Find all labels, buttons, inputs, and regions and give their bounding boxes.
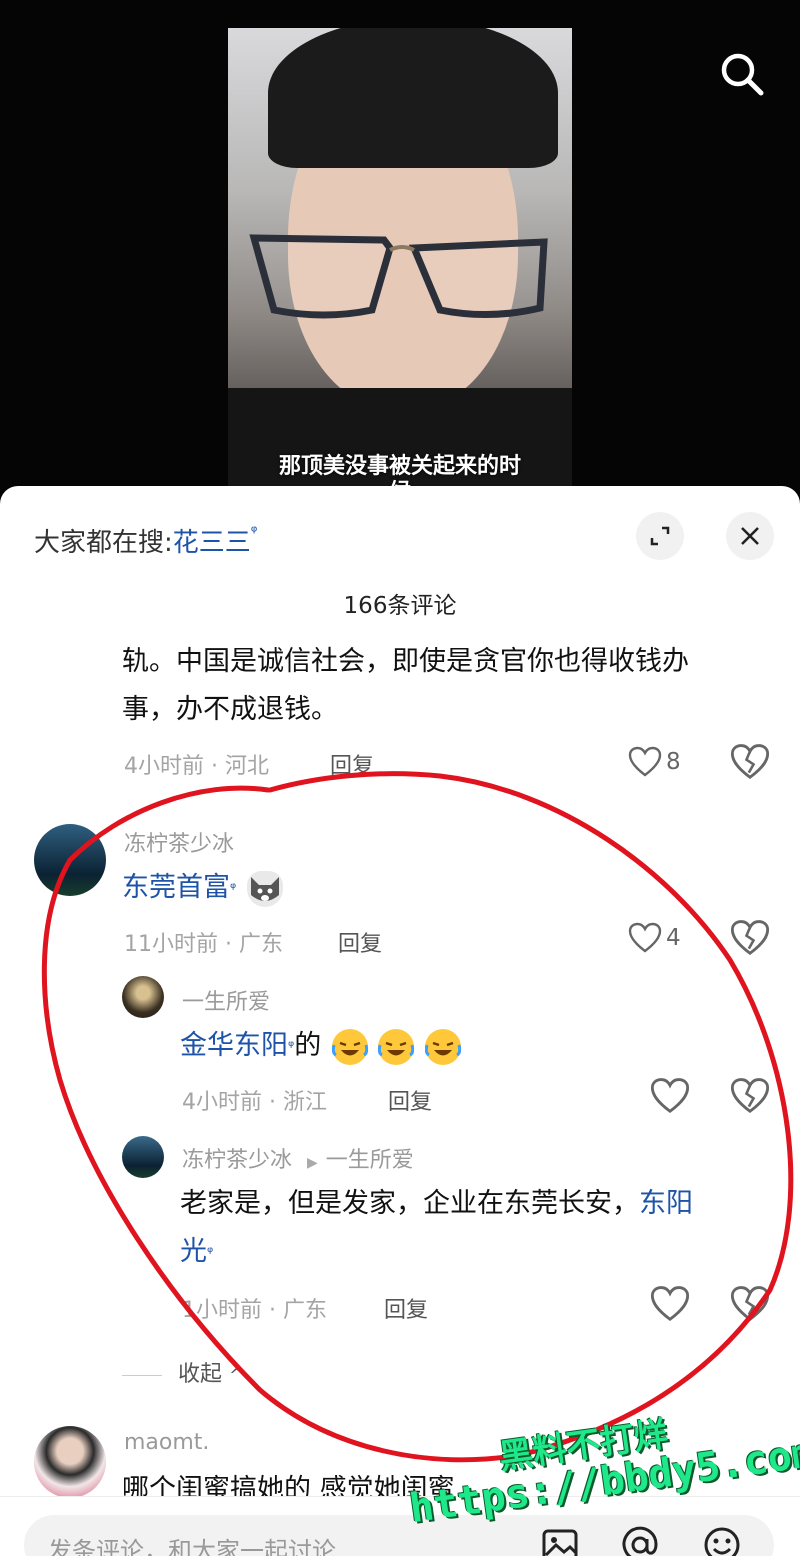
search-icon[interactable] [718,50,766,98]
heart-icon[interactable] [650,1284,690,1324]
comment-link[interactable]: 东阳 [639,1188,693,1219]
video-frame[interactable]: 那顶美没事被关起来的时 候 [228,28,572,500]
comment-text-line: 轨。中国是诚信社会，即使是贪官你也得收钱办 [122,646,689,677]
heart-icon [628,922,662,953]
image-icon[interactable] [540,1525,580,1556]
reply-button[interactable]: 回复 [384,1292,428,1324]
like-count: 8 [666,749,681,775]
glasses-graphic [249,234,548,319]
comment-username[interactable]: 冻柠茶少冰 [124,826,234,858]
search-small-icon: ᵠ [230,879,237,897]
comment-meta: 11小时前 · 广东 [124,932,283,957]
broken-heart-icon[interactable] [730,1076,770,1116]
dog-emoji-icon [246,870,283,907]
comment-meta: 4小时前 · 河北 [124,754,269,779]
reply-arrow-icon: ▶ [307,1155,318,1171]
reply-button[interactable]: 回复 [338,926,382,958]
reply-text-line: 老家是，但是发家，企业在东莞长安， [180,1188,639,1219]
comment-count: 166条评论 [343,593,457,619]
comment-link[interactable]: 光 [180,1236,207,1267]
expand-icon [650,526,670,546]
reply-username[interactable]: 一生所爱 [182,984,270,1016]
reply-text: 金华东阳ᵠ的 [180,1022,462,1070]
reply-username[interactable]: 冻柠茶少冰 [182,1148,292,1173]
search-small-icon: ᵠ [207,1243,214,1261]
comment-link[interactable]: 金华东阳 [180,1030,288,1061]
laughing-emoji-icon [331,1028,368,1065]
reply-text: 老家是，但是发家，企业在东莞长安，东阳 光ᵠ [180,1180,770,1276]
comment-text: 轨。中国是诚信社会，即使是贪官你也得收钱办 事，办不成退钱。 [122,638,689,734]
laughing-emoji-icon [378,1028,415,1065]
heart-icon [628,746,662,777]
reply-text-suffix: 的 [294,1030,322,1061]
search-small-icon: ᵠ [250,522,258,541]
like-button[interactable]: 4 [628,918,681,958]
avatar[interactable] [34,1426,106,1498]
reply-button[interactable]: 回复 [330,748,374,780]
at-icon[interactable] [620,1525,660,1556]
like-count: 4 [666,925,681,951]
expand-button[interactable] [636,512,684,560]
comment-text: 东莞首富ᵠ [122,864,283,912]
comment-link[interactable]: 东莞首富 [122,872,230,903]
heart-icon[interactable] [650,1076,690,1116]
avatar[interactable] [34,824,106,896]
close-icon [741,527,759,545]
reply-meta: 4小时前 · 浙江 [182,1090,327,1115]
broken-heart-icon[interactable] [730,742,770,782]
trending-term[interactable]: 花三三 [173,528,251,558]
laughing-emoji-icon [424,1028,462,1065]
reply-to-username[interactable]: 一生所爱 [326,1148,414,1173]
person-hair [268,28,558,168]
like-button[interactable]: 8 [628,742,681,782]
chevron-up-icon: ^ [229,1365,245,1386]
comment-input-placeholder: 发条评论，和大家一起讨论 [48,1537,336,1556]
comment-input[interactable]: 发条评论，和大家一起讨论 [24,1515,774,1556]
avatar[interactable] [122,976,164,1018]
trending-search[interactable]: 大家都在搜:花三三ᵠ [34,522,257,559]
reply-button[interactable]: 回复 [388,1084,432,1116]
comment-input-bar: 发条评论，和大家一起讨论 [0,1496,800,1556]
reply-username: 冻柠茶少冰 ▶ 一生所爱 [182,1142,414,1174]
comment-sheet: 大家都在搜:花三三ᵠ 166条评论 轨。中国是诚信社会，即使是贪官你也得收钱办 … [0,486,800,1556]
comment-username[interactable]: maomt. [124,1430,209,1455]
close-button[interactable] [726,512,774,560]
divider [122,1374,162,1376]
comment-text-line: 事，办不成退钱。 [122,694,338,725]
collapse-replies-button[interactable]: 收起 ^ [122,1356,244,1388]
video-player[interactable]: 那顶美没事被关起来的时 候 [0,0,800,500]
emoji-icon[interactable] [702,1525,742,1556]
avatar[interactable] [122,1136,164,1178]
broken-heart-icon[interactable] [730,1284,770,1324]
collapse-label: 收起 [178,1362,223,1387]
broken-heart-icon[interactable] [730,918,770,958]
reply-meta: 1小时前 · 广东 [182,1298,327,1323]
trending-prefix: 大家都在搜: [34,528,173,558]
